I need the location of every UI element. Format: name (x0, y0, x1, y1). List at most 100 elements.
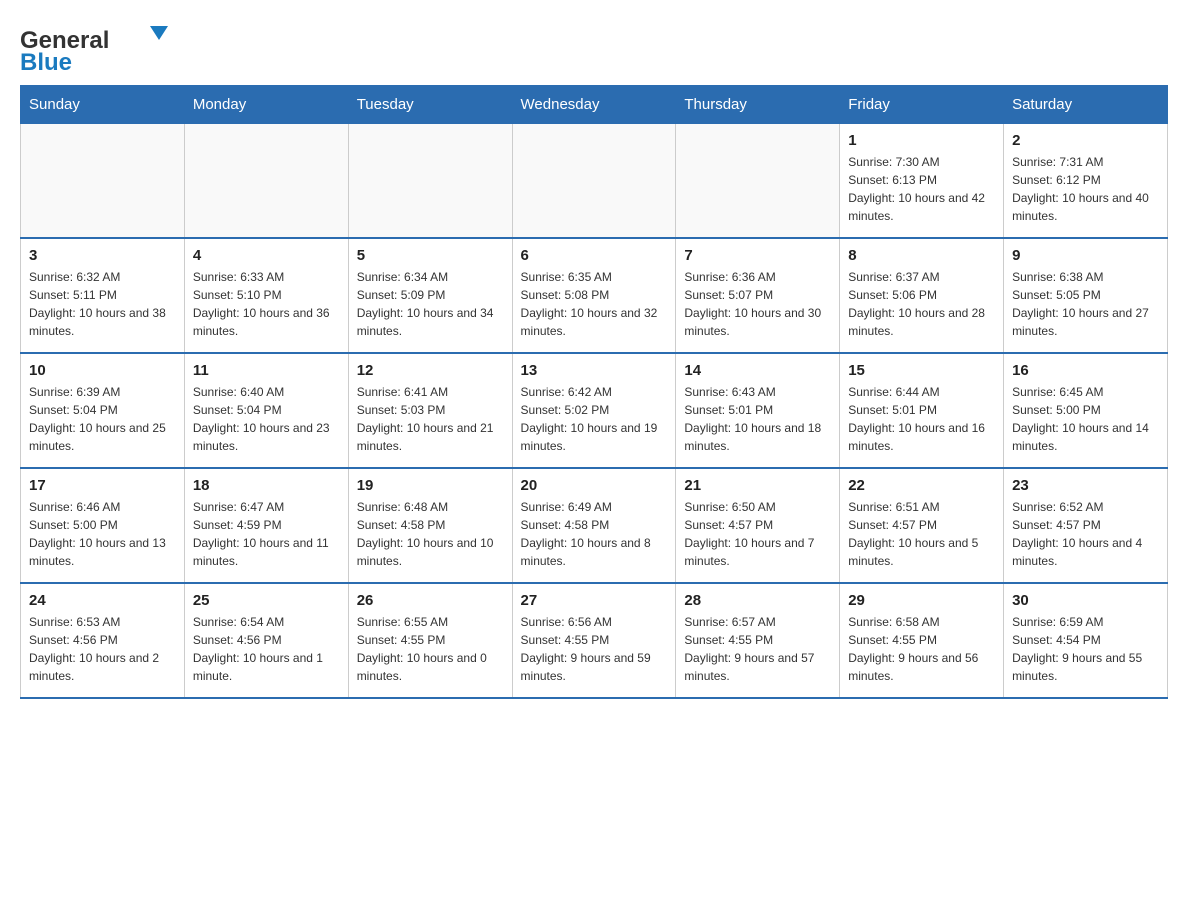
calendar-cell: 23 Sunrise: 6:52 AM Sunset: 4:57 PM Dayli… (1004, 468, 1168, 583)
day-info: Sunrise: 6:51 AM Sunset: 4:57 PM Dayligh… (848, 498, 995, 570)
calendar-cell: 4Sunrise: 6:33 AM Sunset: 5:10 PM Daylig… (184, 238, 348, 353)
day-number: 29 (848, 592, 995, 609)
day-number: 3 (29, 247, 176, 264)
week-row-2: 3 Sunrise: 6:32 AM Sunset: 5:11 PM Daylig… (21, 238, 1168, 353)
day-number: 23 (1012, 477, 1159, 494)
calendar-cell: 22 Sunrise: 6:51 AM Sunset: 4:57 PM Dayli… (840, 468, 1004, 583)
week-row-1: 1 Sunrise: 7:30 AM Sunset: 6:13 PM Daylig… (21, 124, 1168, 239)
day-info: Sunrise: 6:49 AM Sunset: 4:58 PM Dayligh… (521, 498, 668, 570)
day-info: Sunrise: 6:55 AM Sunset: 4:55 PM Dayligh… (357, 613, 504, 685)
day-number: 1 (848, 132, 995, 149)
calendar-cell: 9Sunrise: 6:38 AM Sunset: 5:05 PM Daylig… (1004, 238, 1168, 353)
weekday-header-friday: Friday (840, 86, 1004, 124)
weekday-header-thursday: Thursday (676, 86, 840, 124)
calendar-cell: 30 Sunrise: 6:59 AM Sunset: 4:54 PM Dayli… (1004, 583, 1168, 698)
day-number: 20 (521, 477, 668, 494)
day-info: Sunrise: 6:59 AM Sunset: 4:54 PM Dayligh… (1012, 613, 1159, 685)
page-header: General Blue (20, 20, 1168, 75)
week-row-3: 10Sunrise: 6:39 AM Sunset: 5:04 PM Dayli… (21, 353, 1168, 468)
day-number: 15 (848, 362, 995, 379)
calendar-cell: 11 Sunrise: 6:40 AM Sunset: 5:04 PM Dayli… (184, 353, 348, 468)
day-info: Sunrise: 6:32 AM Sunset: 5:11 PM Dayligh… (29, 268, 176, 340)
day-number: 5 (357, 247, 504, 264)
day-info: Sunrise: 6:50 AM Sunset: 4:57 PM Dayligh… (684, 498, 831, 570)
day-info: Sunrise: 6:54 AM Sunset: 4:56 PM Dayligh… (193, 613, 340, 685)
logo: General Blue (20, 20, 190, 75)
day-number: 10 (29, 362, 176, 379)
calendar-cell: 26 Sunrise: 6:55 AM Sunset: 4:55 PM Dayli… (348, 583, 512, 698)
day-number: 14 (684, 362, 831, 379)
weekday-header-row: SundayMondayTuesdayWednesdayThursdayFrid… (21, 86, 1168, 124)
weekday-header-monday: Monday (184, 86, 348, 124)
calendar-cell: 19 Sunrise: 6:48 AM Sunset: 4:58 PM Dayli… (348, 468, 512, 583)
calendar-cell: 8 Sunrise: 6:37 AM Sunset: 5:06 PM Daylig… (840, 238, 1004, 353)
day-info: Sunrise: 6:52 AM Sunset: 4:57 PM Dayligh… (1012, 498, 1159, 570)
calendar-cell: 1 Sunrise: 7:30 AM Sunset: 6:13 PM Daylig… (840, 124, 1004, 239)
day-number: 24 (29, 592, 176, 609)
calendar-table: SundayMondayTuesdayWednesdayThursdayFrid… (20, 85, 1168, 699)
day-number: 11 (193, 362, 340, 379)
calendar-cell: 29 Sunrise: 6:58 AM Sunset: 4:55 PM Dayli… (840, 583, 1004, 698)
day-number: 16 (1012, 362, 1159, 379)
day-info: Sunrise: 6:58 AM Sunset: 4:55 PM Dayligh… (848, 613, 995, 685)
calendar-cell: 28 Sunrise: 6:57 AM Sunset: 4:55 PM Dayli… (676, 583, 840, 698)
day-number: 21 (684, 477, 831, 494)
day-number: 8 (848, 247, 995, 264)
day-info: Sunrise: 7:31 AM Sunset: 6:12 PM Dayligh… (1012, 153, 1159, 225)
day-number: 7 (684, 247, 831, 264)
day-number: 9 (1012, 247, 1159, 264)
day-info: Sunrise: 6:34 AM Sunset: 5:09 PM Dayligh… (357, 268, 504, 340)
day-number: 17 (29, 477, 176, 494)
day-number: 2 (1012, 132, 1159, 149)
calendar-cell: 17 Sunrise: 6:46 AM Sunset: 5:00 PM Dayli… (21, 468, 185, 583)
weekday-header-sunday: Sunday (21, 86, 185, 124)
calendar-cell: 13 Sunrise: 6:42 AM Sunset: 5:02 PM Dayli… (512, 353, 676, 468)
day-info: Sunrise: 6:33 AM Sunset: 5:10 PM Dayligh… (193, 268, 340, 340)
day-number: 22 (848, 477, 995, 494)
day-number: 28 (684, 592, 831, 609)
calendar-cell: 24Sunrise: 6:53 AM Sunset: 4:56 PM Dayli… (21, 583, 185, 698)
weekday-header-wednesday: Wednesday (512, 86, 676, 124)
day-number: 13 (521, 362, 668, 379)
day-info: Sunrise: 6:48 AM Sunset: 4:58 PM Dayligh… (357, 498, 504, 570)
day-number: 25 (193, 592, 340, 609)
day-info: Sunrise: 6:57 AM Sunset: 4:55 PM Dayligh… (684, 613, 831, 685)
day-number: 27 (521, 592, 668, 609)
calendar-cell: 15 Sunrise: 6:44 AM Sunset: 5:01 PM Dayli… (840, 353, 1004, 468)
day-number: 19 (357, 477, 504, 494)
day-info: Sunrise: 7:30 AM Sunset: 6:13 PM Dayligh… (848, 153, 995, 225)
day-info: Sunrise: 6:41 AM Sunset: 5:03 PM Dayligh… (357, 383, 504, 455)
day-info: Sunrise: 6:56 AM Sunset: 4:55 PM Dayligh… (521, 613, 668, 685)
weekday-header-tuesday: Tuesday (348, 86, 512, 124)
calendar-cell: 20 Sunrise: 6:49 AM Sunset: 4:58 PM Dayli… (512, 468, 676, 583)
day-info: Sunrise: 6:46 AM Sunset: 5:00 PM Dayligh… (29, 498, 176, 570)
calendar-cell: 7Sunrise: 6:36 AM Sunset: 5:07 PM Daylig… (676, 238, 840, 353)
day-number: 6 (521, 247, 668, 264)
calendar-cell: 10Sunrise: 6:39 AM Sunset: 5:04 PM Dayli… (21, 353, 185, 468)
day-info: Sunrise: 6:45 AM Sunset: 5:00 PM Dayligh… (1012, 383, 1159, 455)
logo-svg: General Blue (20, 20, 190, 75)
calendar-cell: 3 Sunrise: 6:32 AM Sunset: 5:11 PM Daylig… (21, 238, 185, 353)
day-info: Sunrise: 6:43 AM Sunset: 5:01 PM Dayligh… (684, 383, 831, 455)
week-row-5: 24Sunrise: 6:53 AM Sunset: 4:56 PM Dayli… (21, 583, 1168, 698)
calendar-cell (512, 124, 676, 239)
calendar-cell: 12 Sunrise: 6:41 AM Sunset: 5:03 PM Dayli… (348, 353, 512, 468)
calendar-cell (348, 124, 512, 239)
calendar-cell: 21 Sunrise: 6:50 AM Sunset: 4:57 PM Dayli… (676, 468, 840, 583)
day-info: Sunrise: 6:40 AM Sunset: 5:04 PM Dayligh… (193, 383, 340, 455)
calendar-cell: 16 Sunrise: 6:45 AM Sunset: 5:00 PM Dayli… (1004, 353, 1168, 468)
svg-text:Blue: Blue (20, 49, 72, 75)
weekday-header-saturday: Saturday (1004, 86, 1168, 124)
calendar-cell: 25 Sunrise: 6:54 AM Sunset: 4:56 PM Dayli… (184, 583, 348, 698)
calendar-cell: 14 Sunrise: 6:43 AM Sunset: 5:01 PM Dayli… (676, 353, 840, 468)
day-info: Sunrise: 6:44 AM Sunset: 5:01 PM Dayligh… (848, 383, 995, 455)
day-number: 12 (357, 362, 504, 379)
calendar-cell: 18Sunrise: 6:47 AM Sunset: 4:59 PM Dayli… (184, 468, 348, 583)
calendar-cell (184, 124, 348, 239)
day-info: Sunrise: 6:37 AM Sunset: 5:06 PM Dayligh… (848, 268, 995, 340)
calendar-cell: 27 Sunrise: 6:56 AM Sunset: 4:55 PM Dayli… (512, 583, 676, 698)
calendar-cell: 5 Sunrise: 6:34 AM Sunset: 5:09 PM Daylig… (348, 238, 512, 353)
day-info: Sunrise: 6:42 AM Sunset: 5:02 PM Dayligh… (521, 383, 668, 455)
day-number: 26 (357, 592, 504, 609)
day-number: 30 (1012, 592, 1159, 609)
